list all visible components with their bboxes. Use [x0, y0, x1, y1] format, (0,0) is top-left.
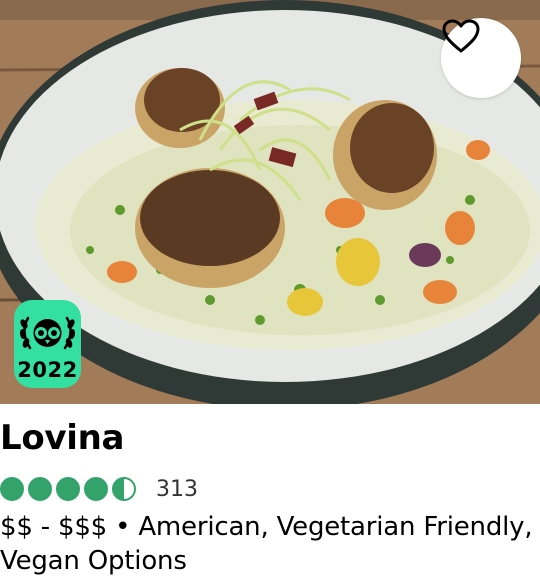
restaurant-details: $$ - $$$ • American, Vegetarian Friendly…	[0, 510, 535, 578]
rating-bubble-full	[0, 477, 24, 501]
rating-bubble-full	[56, 477, 80, 501]
restaurant-name[interactable]: Lovina	[0, 418, 125, 458]
rating-bubble-half	[112, 477, 136, 501]
review-count[interactable]: 313	[156, 477, 198, 502]
price-range: $$ - $$$	[0, 512, 108, 542]
badge-year: 2022	[17, 358, 78, 382]
travelers-choice-badge: 2022	[14, 300, 81, 388]
heart-outline-icon	[442, 19, 480, 53]
rating-bubbles	[0, 477, 136, 501]
restaurant-card[interactable]: 2022 Lovina 313 $$ - $$$ • American, Veg…	[0, 0, 540, 582]
rating-bubble-full	[28, 477, 52, 501]
details-separator: •	[115, 512, 131, 542]
save-button[interactable]	[441, 18, 521, 98]
restaurant-photo[interactable]: 2022	[0, 0, 540, 404]
rating-row[interactable]: 313	[0, 474, 198, 504]
rating-bubble-full	[84, 477, 108, 501]
tripadvisor-owl-laurel-icon	[19, 316, 76, 350]
